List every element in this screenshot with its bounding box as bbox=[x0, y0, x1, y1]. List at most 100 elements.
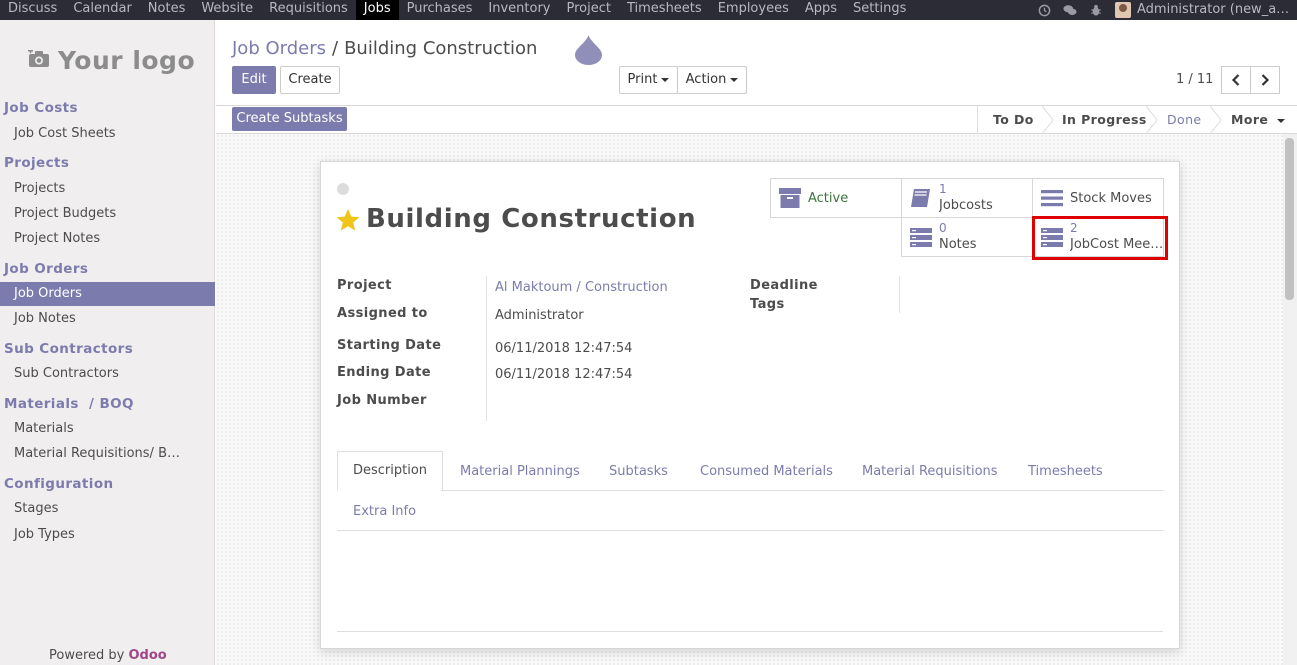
active-toggle-button[interactable]: Active bbox=[770, 178, 902, 218]
powered-by-text: Powered by bbox=[49, 648, 129, 663]
edit-button[interactable]: Edit bbox=[232, 66, 276, 94]
menu-website[interactable]: Website bbox=[193, 0, 261, 20]
menu-discuss[interactable]: Discuss bbox=[0, 0, 65, 20]
section-configuration: Configuration bbox=[4, 476, 114, 492]
menu-jobs[interactable]: Jobs bbox=[355, 0, 399, 20]
user-menu[interactable]: Administrator (new_a… bbox=[1137, 1, 1297, 19]
pager-value[interactable]: 1 / 11 bbox=[1176, 72, 1213, 87]
project-label: Project bbox=[337, 278, 392, 293]
pager-previous-button[interactable] bbox=[1221, 66, 1251, 94]
sidebar-item-stages[interactable]: Stages bbox=[0, 497, 215, 521]
chevron-right-icon bbox=[1261, 74, 1270, 86]
menu-notes[interactable]: Notes bbox=[140, 0, 194, 20]
sidebar-item-project-budgets[interactable]: Project Budgets bbox=[0, 202, 215, 226]
tags-label: Tags bbox=[750, 297, 785, 312]
jobcosts-label: Jobcosts bbox=[939, 198, 993, 213]
tab-subtasks[interactable]: Subtasks bbox=[609, 464, 668, 479]
clock-icon[interactable] bbox=[1037, 3, 1051, 17]
create-subtasks-button[interactable]: Create Subtasks bbox=[232, 107, 347, 131]
starting-date-label: Starting Date bbox=[337, 338, 442, 353]
section-projects: Projects bbox=[4, 155, 70, 171]
print-label: Print bbox=[627, 72, 658, 87]
stage-more-dropdown[interactable]: More bbox=[1231, 106, 1286, 134]
tab-consumed-materials[interactable]: Consumed Materials bbox=[700, 464, 833, 479]
record-title: Building Construction bbox=[366, 204, 697, 234]
action-label: Action bbox=[685, 72, 727, 87]
notebook-tabs: Description Material Plannings Subtasks … bbox=[337, 451, 1163, 531]
caret-down-icon bbox=[1277, 118, 1286, 123]
sidebar-item-job-orders[interactable]: Job Orders bbox=[0, 282, 215, 306]
tab-extra-info[interactable]: Extra Info bbox=[353, 504, 416, 519]
notes-button[interactable]: 0 Notes bbox=[901, 217, 1033, 257]
sidebar-item-job-cost-sheets[interactable]: Job Cost Sheets bbox=[0, 122, 215, 146]
section-sub-contractors: Sub Contractors bbox=[4, 341, 134, 357]
loading-drop-icon bbox=[575, 35, 602, 65]
stage-to-do[interactable]: To Do bbox=[993, 106, 1034, 134]
more-label: More bbox=[1231, 112, 1269, 127]
tab-timesheets[interactable]: Timesheets bbox=[1028, 464, 1103, 479]
top-navbar: Discuss Calendar Notes Website Requisiti… bbox=[0, 0, 1297, 20]
tab-content-divider bbox=[337, 631, 1163, 632]
assigned-to-field[interactable]: Administrator bbox=[495, 308, 584, 323]
deadline-label: Deadline bbox=[750, 278, 818, 293]
stage-arrow-icon bbox=[1210, 106, 1222, 134]
ending-date-label: Ending Date bbox=[337, 365, 431, 380]
stage-done[interactable]: Done bbox=[1167, 106, 1202, 134]
assigned-to-label: Assigned to bbox=[337, 306, 428, 321]
systray: Administrator (new_a… bbox=[1031, 0, 1297, 20]
sidebar-item-project-notes[interactable]: Project Notes bbox=[0, 227, 215, 251]
tab-material-plannings[interactable]: Material Plannings bbox=[460, 464, 580, 479]
stage-in-progress[interactable]: In Progress bbox=[1062, 106, 1147, 134]
menu-employees[interactable]: Employees bbox=[710, 0, 797, 20]
sidebar-item-projects[interactable]: Projects bbox=[0, 177, 215, 201]
kanban-state-indicator[interactable] bbox=[337, 183, 349, 195]
section-job-costs: Job Costs bbox=[4, 100, 78, 116]
menu-apps[interactable]: Apps bbox=[797, 0, 845, 20]
pager-next-button[interactable] bbox=[1250, 66, 1280, 94]
chevron-left-icon bbox=[1231, 74, 1240, 86]
action-button[interactable]: Action bbox=[677, 66, 747, 94]
active-label: Active bbox=[808, 191, 849, 206]
menu-settings[interactable]: Settings bbox=[845, 0, 914, 20]
highlight-box bbox=[1032, 216, 1168, 260]
logo-text: Your logo bbox=[58, 46, 196, 75]
menu-purchases[interactable]: Purchases bbox=[399, 0, 481, 20]
control-panel: Job Orders / Building Construction Edit Cr… bbox=[216, 20, 1297, 106]
tab-description[interactable]: Description bbox=[337, 451, 444, 491]
bug-icon[interactable] bbox=[1089, 3, 1103, 17]
stock-moves-button[interactable]: Stock Moves bbox=[1032, 178, 1164, 218]
breadcrumb-current: Building Construction bbox=[344, 38, 538, 59]
stock-moves-label: Stock Moves bbox=[1070, 191, 1152, 206]
job-number-label: Job Number bbox=[337, 393, 427, 408]
menu-project[interactable]: Project bbox=[559, 0, 619, 20]
section-job-orders: Job Orders bbox=[4, 261, 89, 277]
sidebar-item-job-notes[interactable]: Job Notes bbox=[0, 307, 215, 331]
company-logo[interactable]: Your logo bbox=[28, 46, 195, 75]
project-field[interactable]: Al Maktoum / Construction bbox=[495, 280, 668, 295]
app-menu: Discuss Calendar Notes Website Requisiti… bbox=[0, 0, 914, 20]
breadcrumb-parent[interactable]: Job Orders bbox=[232, 38, 326, 59]
menu-timesheets[interactable]: Timesheets bbox=[619, 0, 710, 20]
tab-material-requisitions[interactable]: Material Requisitions bbox=[862, 464, 998, 479]
jobcosts-button[interactable]: 1 Jobcosts bbox=[901, 178, 1033, 218]
sidebar-item-materials[interactable]: Materials bbox=[0, 417, 215, 441]
sidebar-item-sub-contractors[interactable]: Sub Contractors bbox=[0, 362, 215, 386]
chat-icon[interactable] bbox=[1063, 3, 1077, 17]
sidebar-item-material-requisitions[interactable]: Material Requisitions/ B… bbox=[0, 442, 215, 466]
star-icon[interactable] bbox=[335, 208, 361, 232]
menu-requisitions[interactable]: Requisitions bbox=[261, 0, 356, 20]
menu-calendar[interactable]: Calendar bbox=[65, 0, 139, 20]
scrollbar-thumb[interactable] bbox=[1285, 138, 1294, 300]
starting-date-field[interactable]: 06/11/2018 12:47:54 bbox=[495, 341, 632, 356]
field-divider bbox=[899, 276, 900, 313]
print-button[interactable]: Print bbox=[619, 66, 678, 94]
sidebar-item-job-types[interactable]: Job Types bbox=[0, 523, 215, 547]
menu-inventory[interactable]: Inventory bbox=[480, 0, 558, 20]
odoo-link[interactable]: Odoo bbox=[128, 648, 166, 663]
ending-date-field[interactable]: 06/11/2018 12:47:54 bbox=[495, 367, 632, 382]
caret-down-icon bbox=[661, 77, 670, 82]
user-avatar[interactable] bbox=[1115, 2, 1131, 18]
create-button[interactable]: Create bbox=[280, 66, 340, 94]
statusbar-divider bbox=[977, 106, 978, 134]
stage-arrow-icon bbox=[1042, 106, 1054, 134]
